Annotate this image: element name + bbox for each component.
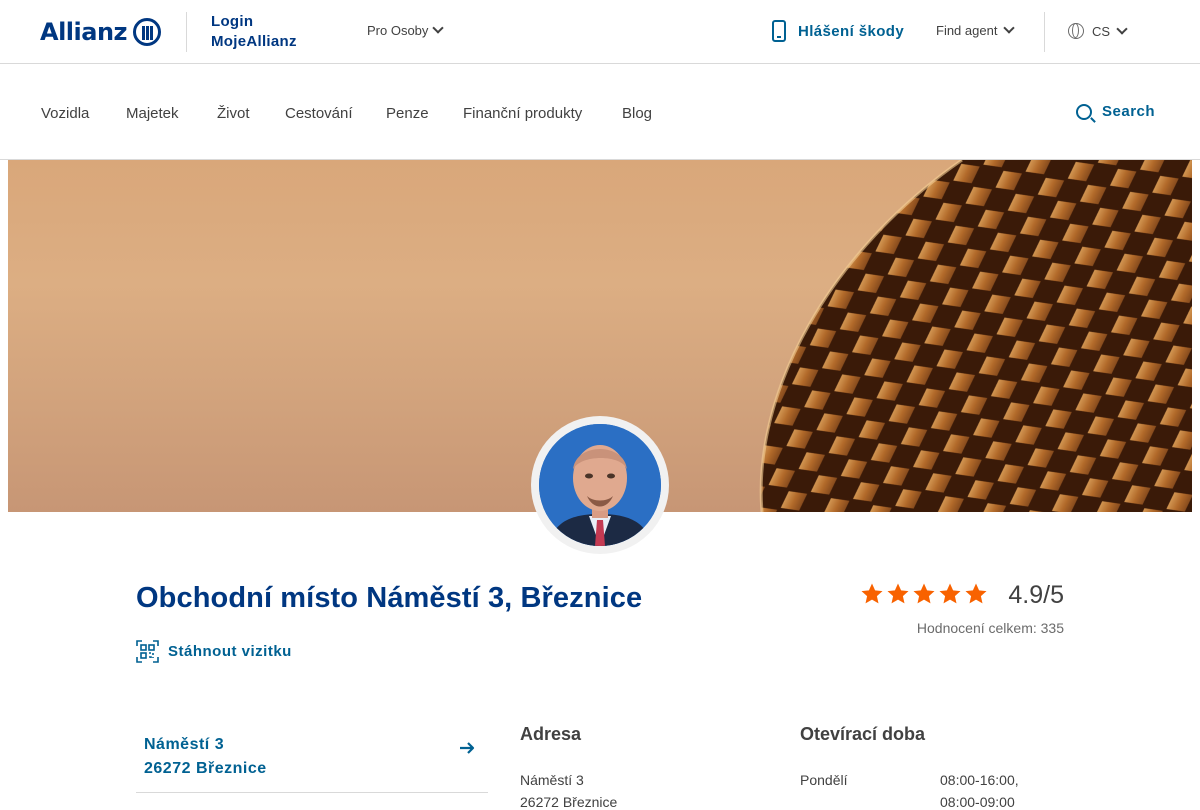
download-vcard-link[interactable]: Stáhnout vizitku <box>136 640 292 663</box>
nav-item-cestovani[interactable]: Cestování <box>285 105 353 122</box>
login-link[interactable]: Login MojeAllianz <box>211 12 297 52</box>
allianz-eagle-icon <box>133 18 162 46</box>
main-nav: Vozidla Majetek Život Cestování Penze Fi… <box>0 64 1200 160</box>
phone-icon <box>772 20 786 42</box>
login-label: Login <box>211 13 254 30</box>
claims-link[interactable]: Hlášení škody <box>772 20 904 42</box>
star-icon <box>861 583 883 604</box>
divider <box>1044 12 1045 52</box>
language-selector[interactable]: CS <box>1068 22 1128 39</box>
rating-score: 4.9/5 <box>1008 581 1064 609</box>
address-heading: Adresa <box>520 724 582 744</box>
rating-count: Hodnocení celkem: 335 <box>916 620 1064 636</box>
address-navigation-link[interactable]: Náměstí 3 26272 Březnice <box>136 720 488 793</box>
hours-time: 08:00-16:00, <box>940 772 1019 788</box>
avatar <box>539 424 661 546</box>
audience-dropdown[interactable]: Pro Osoby <box>367 22 445 38</box>
login-sub-label: MojeAllianz <box>211 33 297 50</box>
chevron-down-icon <box>432 22 445 34</box>
nav-item-zivot[interactable]: Život <box>217 105 250 122</box>
address-card-line2: 26272 Březnice <box>144 760 267 777</box>
claims-label: Hlášení škody <box>798 22 905 40</box>
star-icon <box>913 583 935 604</box>
nav-item-vozidla[interactable]: Vozidla <box>41 105 89 122</box>
star-icon <box>965 583 987 604</box>
stadium-facade-image <box>759 160 1192 512</box>
find-agent-label: Find agent <box>936 23 998 38</box>
nav-item-financni-produkty[interactable]: Finanční produkty <box>463 105 582 122</box>
logo-text: Allianz <box>40 18 128 46</box>
chevron-down-icon <box>1003 22 1016 34</box>
language-label: CS <box>1092 23 1111 39</box>
search-button[interactable]: Search <box>1076 103 1155 120</box>
allianz-logo[interactable]: Allianz <box>40 16 162 48</box>
star-icon <box>939 583 961 604</box>
arrow-right-icon <box>460 742 475 754</box>
address-line1: Náměstí 3 <box>520 772 584 788</box>
search-icon <box>1076 103 1092 120</box>
nav-item-majetek[interactable]: Majetek <box>126 105 179 122</box>
address-line2: 26272 Březnice <box>520 794 618 810</box>
hours-day: Pondělí <box>800 772 848 788</box>
hours-time: 08:00-09:00 <box>940 794 1015 810</box>
address-card-line1: Náměstí 3 <box>144 736 225 753</box>
page-title: Obchodní místo Náměstí 3, Březnice <box>136 582 643 614</box>
qr-code-icon <box>136 640 159 663</box>
globe-icon <box>1068 23 1084 39</box>
agent-photo <box>539 424 661 546</box>
download-vcard-label: Stáhnout vizitku <box>168 643 292 660</box>
top-bar: Allianz Login MojeAllianz Pro Osoby Hláš… <box>0 0 1200 64</box>
nav-item-blog[interactable]: Blog <box>622 105 652 122</box>
nav-item-penze[interactable]: Penze <box>386 105 429 122</box>
star-icon <box>887 583 909 604</box>
find-agent-dropdown[interactable]: Find agent <box>936 22 1016 38</box>
opening-hours-heading: Otevírací doba <box>800 724 926 744</box>
rating-stars <box>860 582 988 606</box>
search-label: Search <box>1102 103 1156 120</box>
divider <box>186 12 187 52</box>
chevron-down-icon <box>1116 22 1128 35</box>
audience-label: Pro Osoby <box>367 23 429 38</box>
